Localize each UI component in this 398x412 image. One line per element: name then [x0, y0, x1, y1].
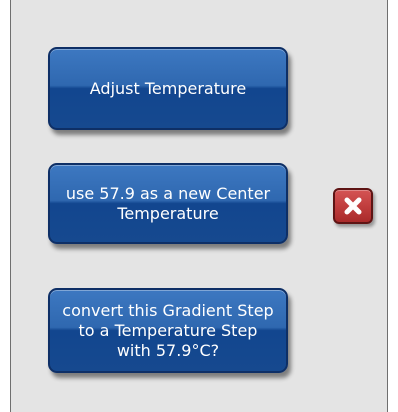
window-frame: Adjust Temperature use 57.9 as a new Cen… [0, 0, 398, 412]
close-button[interactable] [333, 188, 373, 224]
convert-gradient-step-button[interactable]: convert this Gradient Step to a Temperat… [48, 288, 288, 373]
adjust-temperature-button[interactable]: Adjust Temperature [48, 47, 288, 130]
close-icon [342, 195, 364, 217]
use-as-center-temperature-button[interactable]: use 57.9 as a new Center Temperature [48, 163, 288, 244]
